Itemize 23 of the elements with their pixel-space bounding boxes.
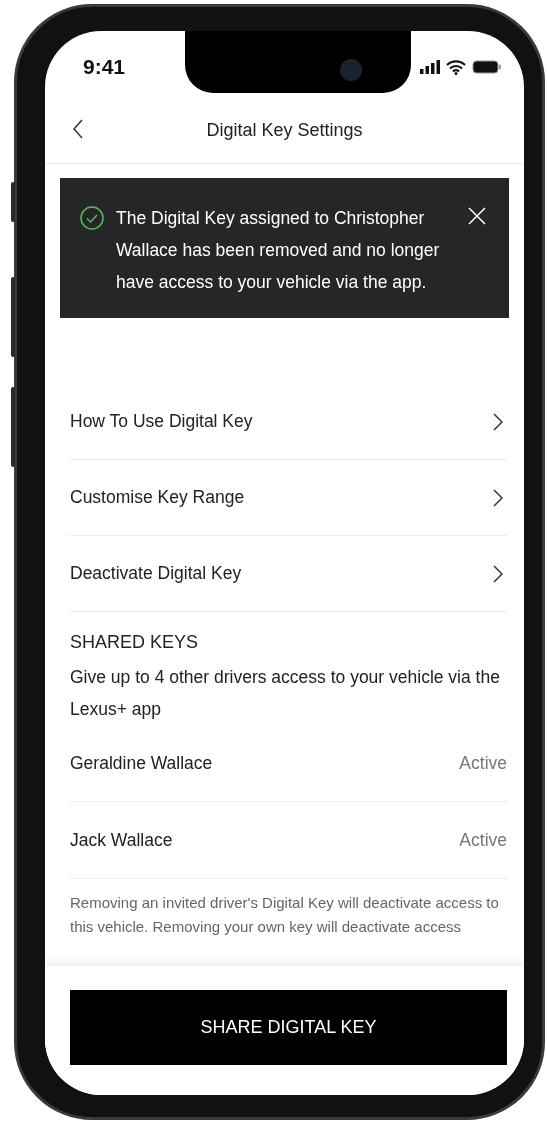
screen-title: Digital Key Settings (206, 119, 363, 141)
driver-name: Geraldine Wallace (70, 752, 213, 774)
section-heading: SHARED KEYS (70, 632, 200, 653)
section-description: Give up to 4 other drivers access to your vehicle via the Lexus+ app (70, 666, 501, 721)
camera-icon (340, 59, 362, 81)
menu-item[interactable]: Deactivate Digital Key (70, 536, 507, 612)
info-note: Removing an invited driver's Digital Key will deactivate access to this vehicle. Removing your own key will deactivate access (70, 893, 500, 937)
close-button[interactable] (467, 206, 487, 226)
driver-status: Active (459, 829, 507, 851)
status-time: 9:41 (83, 55, 126, 79)
toast-message: The Digital Key assigned to Christopher Wallace has been removed and no longer have access to your vehicle via the app. (116, 207, 441, 294)
menu-item[interactable]: Customise Key Range (70, 460, 507, 536)
menu-item[interactable]: How To Use Digital Key (70, 384, 507, 460)
chevron-right-icon (493, 412, 503, 431)
battery-icon (472, 60, 502, 74)
driver-status: Active (459, 752, 507, 774)
share-digital-key-button[interactable]: SHARE DIGITAL KEY (70, 990, 507, 1065)
chevron-right-icon (493, 564, 503, 583)
signal-icon (420, 60, 440, 74)
wifi-icon (446, 59, 466, 75)
driver-name: Jack Wallace (70, 829, 173, 851)
chevron-right-icon (493, 488, 503, 507)
check-circle-icon (80, 206, 104, 230)
